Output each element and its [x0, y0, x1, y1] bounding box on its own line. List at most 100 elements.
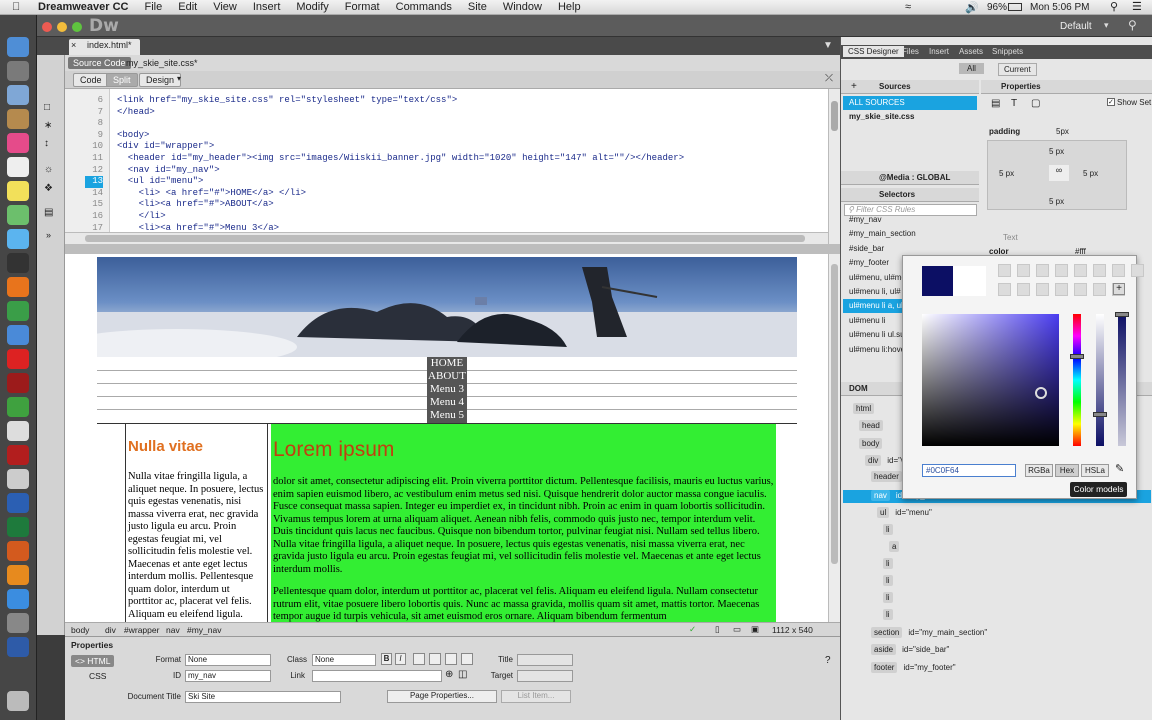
nav-item-home[interactable]: HOME	[427, 357, 467, 370]
line-number[interactable]: 11	[85, 153, 103, 165]
close-tab-icon[interactable]: ×	[71, 40, 76, 50]
color-picker-popup[interactable]: + #0C0F64 RGBa Hex HSLa ✎	[902, 255, 1144, 499]
rgba-button[interactable]: RGBa	[1025, 464, 1053, 477]
code-line[interactable]: <li> <a href="#">HOME</a> </li>	[117, 188, 306, 200]
dom-node[interactable]: div id="w	[865, 455, 907, 466]
clock[interactable]: Mon 5:06 PM	[1030, 2, 1089, 13]
border-category-icon[interactable]: ▢	[1031, 98, 1040, 109]
maps-icon[interactable]	[7, 205, 29, 225]
dom-tag[interactable]: section	[871, 627, 903, 638]
code-editor[interactable]: 6 <link href="my_skie_site.css" rel="styl…	[65, 89, 828, 232]
dom-tag[interactable]: ul	[877, 507, 890, 518]
dom-tag[interactable]: li	[883, 592, 893, 603]
menu-modify[interactable]: Modify	[288, 1, 336, 13]
line-number[interactable]: 7	[85, 107, 103, 119]
menu-site[interactable]: Site	[460, 1, 495, 13]
list-item-button[interactable]: List Item...	[501, 690, 571, 703]
unordered-list-button[interactable]	[413, 653, 425, 665]
code-scrollbar[interactable]	[828, 89, 840, 244]
collapse-tag-icon[interactable]: ∗	[44, 120, 52, 131]
color-swatch-slot[interactable]	[1131, 264, 1144, 277]
tag-my-nav[interactable]: #my_nav	[187, 625, 222, 635]
dom-tag[interactable]: li	[883, 558, 893, 569]
dom-node[interactable]: head	[859, 420, 889, 431]
search-help-icon[interactable]: ⚲	[1128, 18, 1137, 32]
saturation-brightness-area[interactable]	[922, 314, 1059, 446]
all-sources-item[interactable]: ALL SOURCES	[843, 96, 977, 110]
padding-right-value[interactable]: 5 px	[1083, 169, 1098, 178]
tag-div[interactable]: div	[105, 625, 116, 635]
all-mode-button[interactable]: All	[959, 63, 984, 74]
class-select[interactable]: None	[312, 654, 376, 666]
opacity-handle[interactable]	[1115, 312, 1129, 317]
comment-icon[interactable]: ▤	[44, 207, 53, 218]
panel-help-icon[interactable]: ?	[825, 655, 831, 666]
selector-item[interactable]: #my_nav	[843, 213, 979, 227]
layout-category-icon[interactable]: ▤	[991, 98, 1000, 109]
tab-insert[interactable]: Insert	[924, 46, 954, 57]
properties-header[interactable]: Properties	[981, 80, 1152, 94]
nav-item-menu4[interactable]: Menu 4	[427, 396, 467, 409]
code-line[interactable]: <link href="my_skie_site.css" rel="style…	[117, 95, 457, 107]
color-swatch-slot[interactable]	[1055, 264, 1068, 277]
side-bar[interactable]: Nulla vitae Nulla vitae fringilla ligula…	[125, 424, 268, 622]
code-scroll-thumb[interactable]	[831, 101, 838, 131]
split-view-button[interactable]: Split	[106, 73, 138, 87]
code-line[interactable]: <div id="wrapper">	[117, 141, 214, 153]
itunes-icon[interactable]	[7, 133, 29, 153]
contacts-icon[interactable]	[7, 109, 29, 129]
menu-format[interactable]: Format	[337, 1, 388, 13]
line-number[interactable]: 14	[85, 188, 103, 200]
page-properties-button[interactable]: Page Properties...	[387, 690, 497, 703]
css-file-item[interactable]: my_skie_site.css	[849, 112, 914, 121]
indent-button[interactable]	[461, 653, 473, 665]
nav-item-about[interactable]: ABOUT	[427, 370, 467, 383]
dom-tag[interactable]: li	[883, 609, 893, 620]
notification-icon[interactable]: ☰	[1132, 0, 1142, 13]
hex-input[interactable]: #0C0F64	[922, 464, 1016, 477]
css-mode-button[interactable]: CSS	[77, 671, 106, 681]
main-section[interactable]: Lorem ipsum dolor sit amet, consectetur …	[271, 424, 776, 622]
dreamweaver-icon[interactable]	[7, 397, 29, 417]
volume-icon[interactable]: 🔊	[965, 1, 979, 14]
dom-node[interactable]: section id="my_main_section"	[871, 627, 987, 638]
color-swatch-slot[interactable]	[1093, 283, 1106, 296]
dom-node[interactable]: a	[889, 541, 905, 552]
acrobat-icon[interactable]	[7, 421, 29, 441]
color-swatch-slot[interactable]	[1074, 283, 1087, 296]
filter-icon[interactable]: ▼	[823, 40, 833, 51]
wifi-icon[interactable]: ≈	[905, 1, 911, 13]
code-line[interactable]: <li><a href="#">ABOUT</a>	[117, 199, 274, 211]
menu-view[interactable]: View	[205, 1, 245, 13]
hex-button[interactable]: Hex	[1055, 464, 1079, 477]
quicktime-icon[interactable]	[7, 637, 29, 657]
css-file-tab[interactable]: my_skie_site.css*	[126, 58, 198, 68]
expand-all-icon[interactable]: ↕	[44, 138, 49, 149]
close-window-button[interactable]	[42, 22, 52, 32]
line-number[interactable]: 8	[85, 118, 103, 130]
add-swatch-icon[interactable]: +	[1113, 283, 1125, 295]
color-swatch-slot[interactable]	[1112, 264, 1125, 277]
workspace-switcher[interactable]: Default	[1060, 21, 1092, 32]
code-hscrollbar[interactable]	[65, 232, 828, 244]
ordered-list-button[interactable]	[429, 653, 441, 665]
color-swatch-slot[interactable]	[1036, 283, 1049, 296]
tab-snippets[interactable]: Snippets	[987, 46, 1028, 57]
eyedropper-icon[interactable]: ✎	[1115, 462, 1124, 475]
tab-assets[interactable]: Assets	[954, 46, 988, 57]
dom-tag[interactable]: html	[853, 403, 875, 414]
id-select[interactable]: my_nav	[185, 670, 271, 682]
dom-tag[interactable]: div	[865, 455, 882, 466]
dom-node[interactable]: li	[883, 592, 899, 603]
padding-bottom-value[interactable]: 5 px	[1049, 197, 1064, 206]
padding-value[interactable]: 5px	[1056, 127, 1069, 136]
dom-node[interactable]: body	[859, 438, 888, 449]
hue-slider[interactable]	[1070, 314, 1084, 446]
split-divider[interactable]	[65, 244, 840, 254]
line-number[interactable]: 16	[85, 211, 103, 223]
dom-tag[interactable]: footer	[871, 662, 898, 673]
dom-node[interactable]: html	[853, 403, 880, 414]
dom-node[interactable]: li	[883, 575, 899, 586]
color-swatch-slot[interactable]	[1074, 264, 1087, 277]
select-parent-icon[interactable]: ☼	[44, 164, 53, 175]
